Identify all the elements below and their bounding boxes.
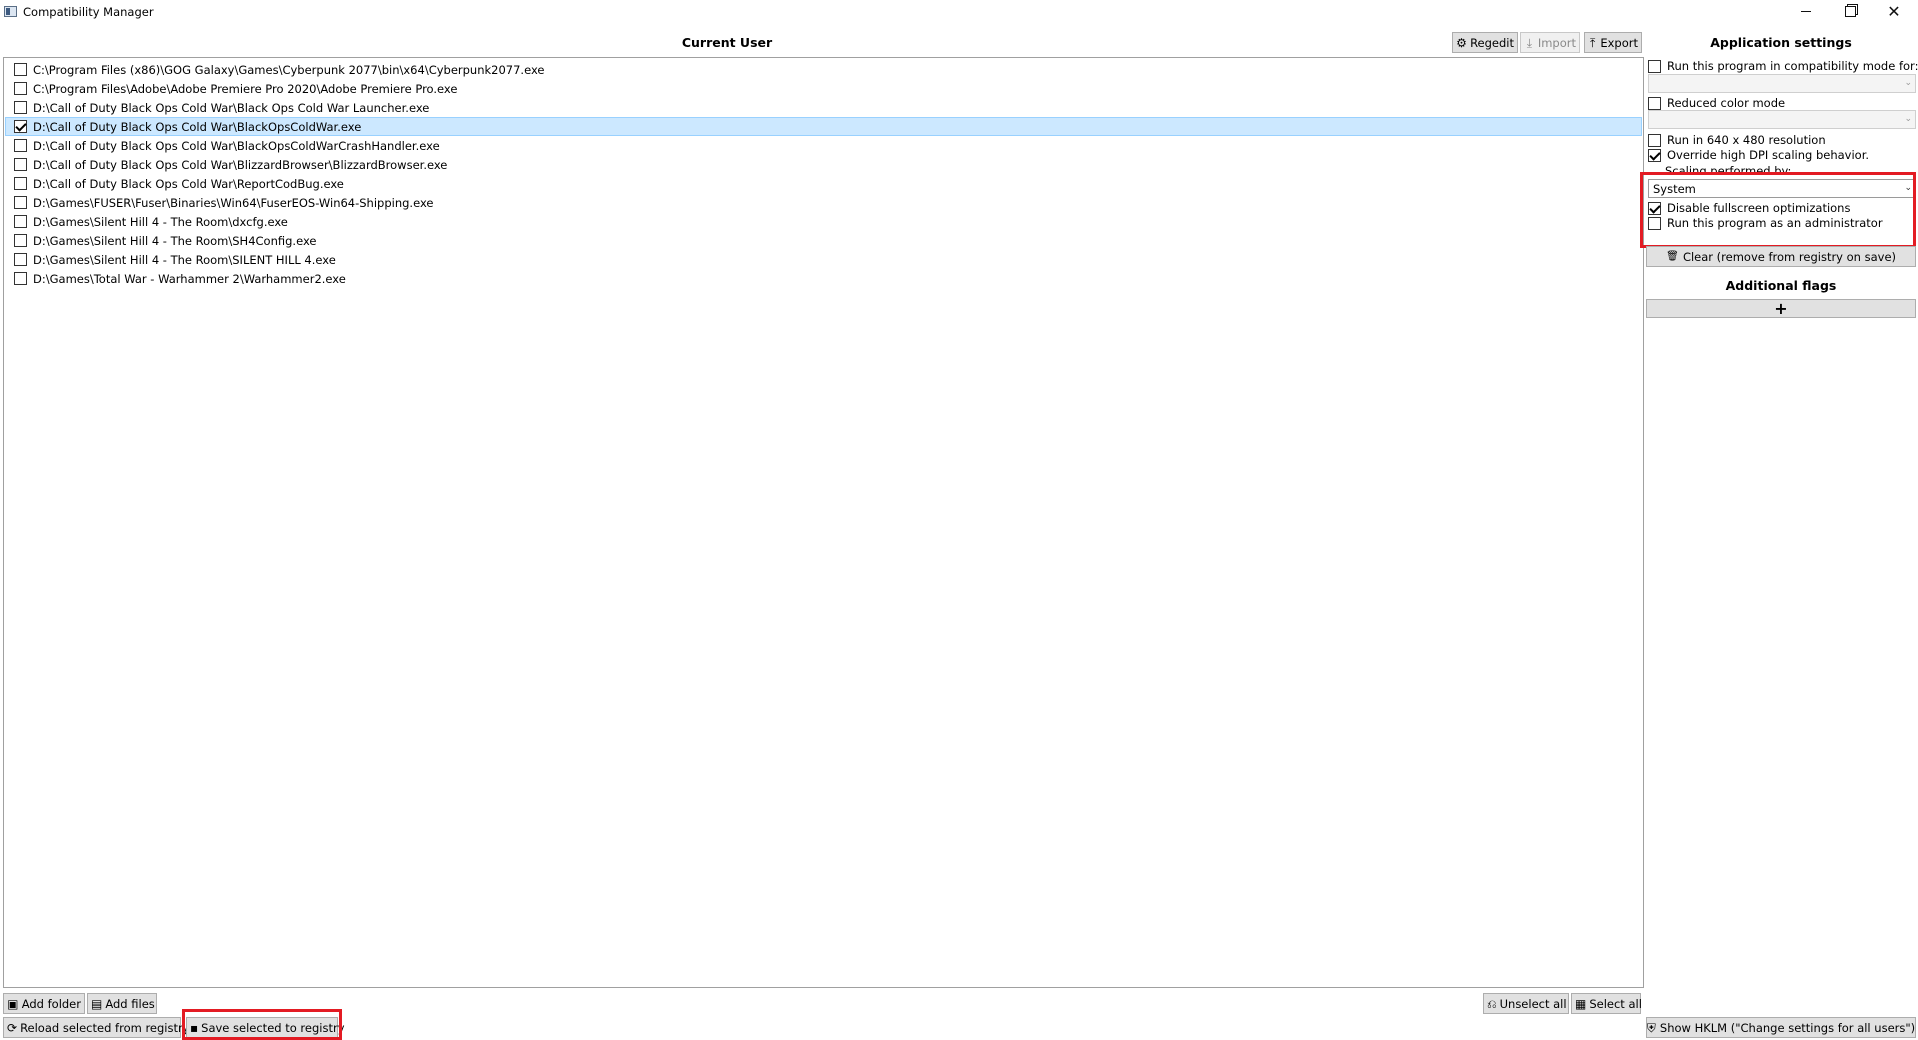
app-icon: [4, 6, 17, 17]
file-checkbox[interactable]: [14, 196, 27, 209]
current-user-title: Current User: [681, 35, 773, 50]
file-checkbox[interactable]: [14, 215, 27, 228]
gear-icon: ⚙: [1456, 35, 1467, 50]
file-row[interactable]: D:\Games\Silent Hill 4 - The Room\dxcfg.…: [5, 212, 1642, 231]
file-path-label: D:\Games\Silent Hill 4 - The Room\SILENT…: [33, 252, 336, 267]
file-checkbox[interactable]: [14, 234, 27, 247]
file-row[interactable]: D:\Call of Duty Black Ops Cold War\Black…: [5, 98, 1642, 117]
clear-label: Clear (remove from registry on save): [1682, 249, 1897, 264]
title-bar: Compatibility Manager ✕: [0, 0, 1918, 24]
file-row[interactable]: D:\Call of Duty Black Ops Cold War\Blizz…: [5, 155, 1642, 174]
application-settings-title: Application settings: [1710, 35, 1852, 50]
file-checkbox[interactable]: [14, 82, 27, 95]
chevron-down-icon: ⌄: [1904, 78, 1912, 88]
add-files-button[interactable]: ▤ Add files: [87, 993, 157, 1014]
color-mode-dropdown[interactable]: ⌄: [1648, 110, 1916, 129]
file-checkbox[interactable]: [14, 253, 27, 266]
file-path-label: D:\Call of Duty Black Ops Cold War\Black…: [33, 100, 430, 115]
file-path-label: D:\Call of Duty Black Ops Cold War\Black…: [33, 138, 440, 153]
chevron-down-icon: ⌄: [1904, 114, 1912, 124]
file-path-label: D:\Games\FUSER\Fuser\Binaries\Win64\Fuse…: [33, 195, 434, 210]
show-hklm-label: Show HKLM ("Change settings for all user…: [1659, 1020, 1916, 1035]
run-640-checkbox[interactable]: [1648, 133, 1661, 147]
add-folder-button[interactable]: ▣ Add folder: [3, 993, 85, 1014]
file-path-label: C:\Program Files (x86)\GOG Galaxy\Games\…: [33, 62, 545, 77]
add-flag-button[interactable]: +: [1646, 299, 1916, 318]
select-all-label: Select all: [1589, 996, 1642, 1011]
file-path-label: D:\Games\Silent Hill 4 - The Room\dxcfg.…: [33, 214, 288, 229]
file-checkbox[interactable]: [14, 272, 27, 285]
reload-icon: ⟳: [7, 1020, 18, 1035]
files-icon: ▤: [91, 996, 103, 1011]
dpi-highlight-box: [1640, 172, 1916, 248]
reduced-color-label: Reduced color mode: [1667, 96, 1786, 110]
maximize-icon[interactable]: [1828, 0, 1872, 22]
reload-selected-button[interactable]: ⟳ Reload selected from registry: [3, 1017, 190, 1038]
file-row[interactable]: C:\Program Files (x86)\GOG Galaxy\Games\…: [5, 60, 1642, 79]
file-path-label: D:\Call of Duty Black Ops Cold War\Blizz…: [33, 157, 448, 172]
run-640-label: Run in 640 x 480 resolution: [1667, 133, 1826, 147]
file-checkbox[interactable]: [14, 139, 27, 152]
add-folder-label: Add folder: [21, 996, 81, 1011]
regedit-button[interactable]: ⚙ Regedit: [1452, 32, 1518, 53]
window-title: Compatibility Manager: [23, 5, 154, 19]
file-checkbox[interactable]: [14, 120, 27, 133]
unselect-all-button[interactable]: ⎌ Unselect all: [1483, 993, 1569, 1014]
compat-mode-checkbox[interactable]: [1648, 59, 1661, 73]
file-path-label: C:\Program Files\Adobe\Adobe Premiere Pr…: [33, 81, 458, 96]
file-row[interactable]: C:\Program Files\Adobe\Adobe Premiere Pr…: [5, 79, 1642, 98]
minimize-icon[interactable]: [1784, 0, 1828, 22]
compat-mode-label: Run this program in compatibility mode f…: [1667, 59, 1918, 73]
file-row[interactable]: D:\Games\Silent Hill 4 - The Room\SH4Con…: [5, 231, 1642, 250]
import-label: Import: [1537, 35, 1576, 50]
reload-label: Reload selected from registry: [20, 1020, 190, 1035]
shield-icon: ⛨: [1646, 1020, 1656, 1035]
run-640-option[interactable]: Run in 640 x 480 resolution: [1648, 133, 1826, 147]
file-path-label: D:\Call of Duty Black Ops Cold War\Black…: [33, 119, 362, 134]
reduced-color-option[interactable]: Reduced color mode: [1648, 96, 1785, 110]
regedit-label: Regedit: [1470, 35, 1514, 50]
file-checkbox[interactable]: [14, 63, 27, 76]
file-row[interactable]: D:\Call of Duty Black Ops Cold War\Black…: [5, 117, 1642, 136]
additional-flags-title: Additional flags: [1725, 278, 1837, 293]
import-button[interactable]: ⤓ Import: [1520, 32, 1580, 53]
close-icon[interactable]: ✕: [1872, 0, 1916, 22]
file-row[interactable]: D:\Games\Total War - Warhammer 2\Warhamm…: [5, 269, 1642, 288]
override-dpi-checkbox[interactable]: [1648, 148, 1661, 162]
file-row[interactable]: D:\Games\Silent Hill 4 - The Room\SILENT…: [5, 250, 1642, 269]
select-all-button[interactable]: ▦ Select all: [1571, 993, 1642, 1014]
show-hklm-button[interactable]: ⛨ Show HKLM ("Change settings for all us…: [1646, 1017, 1916, 1038]
file-row[interactable]: D:\Call of Duty Black Ops Cold War\Black…: [5, 136, 1642, 155]
import-icon: ⤓: [1526, 35, 1533, 50]
unselect-icon: ⎌: [1487, 996, 1497, 1011]
clear-button[interactable]: 🗑 Clear (remove from registry on save): [1646, 246, 1916, 267]
file-checkbox[interactable]: [14, 101, 27, 114]
override-dpi-option[interactable]: Override high DPI scaling behavior.: [1648, 148, 1869, 162]
trash-icon: 🗑: [1666, 250, 1679, 262]
add-files-label: Add files: [105, 996, 155, 1011]
file-row[interactable]: D:\Games\FUSER\Fuser\Binaries\Win64\Fuse…: [5, 193, 1642, 212]
compat-mode-dropdown[interactable]: ⌄: [1648, 74, 1916, 93]
file-row[interactable]: D:\Call of Duty Black Ops Cold War\Repor…: [5, 174, 1642, 193]
export-icon: ⤒: [1590, 35, 1596, 50]
save-highlight-box: [182, 1009, 342, 1040]
compat-mode-option[interactable]: Run this program in compatibility mode f…: [1648, 59, 1918, 73]
plus-icon: +: [1774, 299, 1788, 318]
export-button[interactable]: ⤒ Export: [1584, 32, 1642, 53]
file-checkbox[interactable]: [14, 177, 27, 190]
reduced-color-checkbox[interactable]: [1648, 96, 1661, 110]
file-path-label: D:\Games\Silent Hill 4 - The Room\SH4Con…: [33, 233, 317, 248]
override-dpi-label: Override high DPI scaling behavior.: [1667, 148, 1870, 162]
unselect-all-label: Unselect all: [1499, 996, 1567, 1011]
export-label: Export: [1600, 35, 1638, 50]
file-checkbox[interactable]: [14, 158, 27, 171]
file-path-label: D:\Games\Total War - Warhammer 2\Warhamm…: [33, 271, 346, 286]
file-path-label: D:\Call of Duty Black Ops Cold War\Repor…: [33, 176, 344, 191]
select-icon: ▦: [1575, 996, 1587, 1011]
folder-icon: ▣: [7, 996, 19, 1011]
file-list[interactable]: C:\Program Files (x86)\GOG Galaxy\Games\…: [3, 57, 1644, 988]
